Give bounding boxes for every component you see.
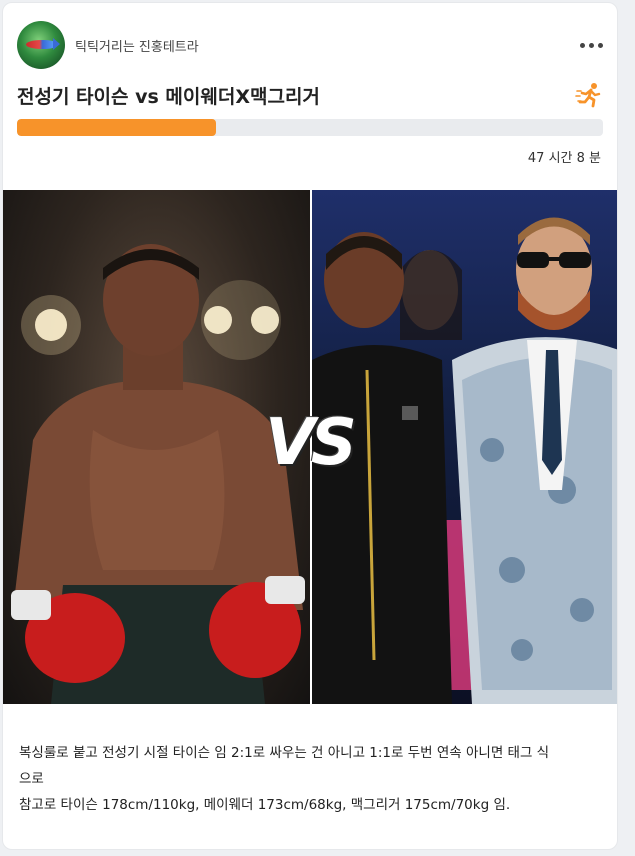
more-dots-icon (598, 42, 603, 48)
more-options-button[interactable] (572, 37, 603, 54)
fish-image (26, 40, 56, 49)
time-progress-bar (17, 119, 603, 136)
post-image[interactable]: VS (3, 190, 617, 704)
post-card: 틱틱거리는 진홍테트라 전성기 타이슨 vs 메이웨더X맥그리거 47 시간 8… (2, 2, 618, 850)
description-line: 복싱룰로 붙고 전성기 시절 타이슨 임 2:1로 싸우는 건 아니고 1:1로… (19, 745, 550, 761)
time-progress-fill (17, 119, 217, 136)
more-dots-icon (580, 42, 585, 48)
description-line: 으로 (19, 771, 44, 787)
fish-fin (53, 38, 60, 50)
more-dots-icon (589, 42, 594, 48)
post-description: 복싱룰로 붙고 전성기 시절 타이슨 임 2:1로 싸우는 건 아니고 1:1로… (19, 740, 601, 818)
vs-overlay-text: VS (265, 406, 357, 480)
author-name[interactable]: 틱틱거리는 진홍테트라 (75, 36, 199, 55)
time-remaining: 47 시간 8 분 (527, 151, 601, 166)
post-title[interactable]: 전성기 타이슨 vs 메이웨더X맥그리거 (17, 82, 320, 109)
description-line: 참고로 타이슨 178cm/110kg, 메이웨더 173cm/68kg, 맥그… (19, 797, 511, 813)
post-header: 틱틱거리는 진홍테트라 (17, 19, 603, 71)
avatar[interactable] (17, 21, 65, 69)
title-row: 전성기 타이슨 vs 메이웨더X맥그리거 (17, 77, 603, 113)
running-person-icon[interactable] (575, 81, 603, 109)
